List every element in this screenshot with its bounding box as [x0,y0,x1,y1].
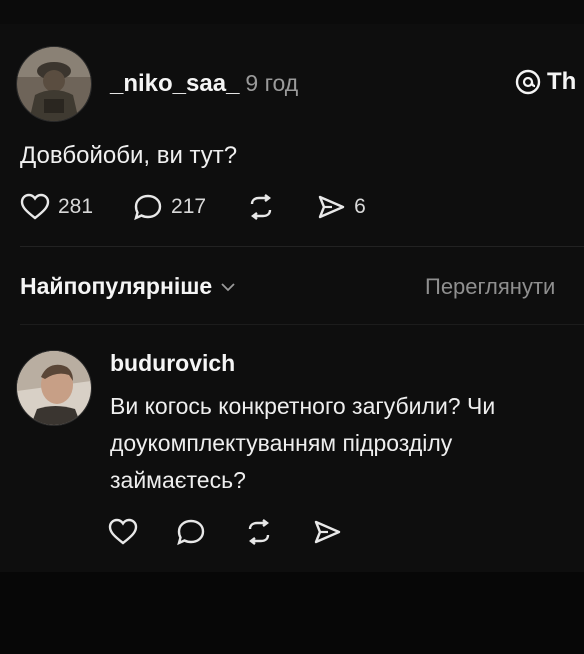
comment-actions [108,518,380,546]
share-count: 6 [354,195,366,218]
post-author-username[interactable]: _niko_saa_ 9 год [110,70,298,98]
sort-label: Найпопулярніше [20,273,213,299]
repost-icon [248,519,270,545]
comment-icon [134,194,162,221]
repost-button[interactable] [246,193,276,221]
like-button[interactable] [108,518,138,546]
repost-icon [250,194,272,220]
send-icon [314,520,341,544]
share-button[interactable] [312,518,342,546]
post-text: Довбойоби, ви тут? [20,142,238,169]
comment-text: Ви когось конкретного загубили? Чи доуко… [110,393,496,493]
username-text[interactable]: _niko_saa_ [110,70,239,97]
repost-button[interactable] [244,518,274,546]
comment-icon [177,519,205,546]
post-time: 9 год [245,70,299,96]
divider [20,324,584,325]
avatar[interactable] [16,46,92,122]
like-count: 281 [58,195,94,218]
reply-button[interactable]: 217 [133,193,206,221]
divider [20,246,584,247]
threads-label: Th [547,68,577,95]
share-button[interactable]: 6 [316,193,366,221]
threads-link[interactable]: Th [515,68,576,96]
send-icon [318,195,345,219]
bottom-area [0,572,584,654]
chevron-down-icon [221,282,235,291]
like-button[interactable]: 281 [20,193,93,221]
heart-icon [20,193,50,220]
sort-dropdown[interactable]: Найпопулярніше [20,273,236,300]
avatar[interactable] [16,350,92,426]
threads-logo-icon [515,69,541,95]
reply-count: 217 [171,195,207,218]
comment-author-username[interactable]: budurovich [110,350,235,377]
view-activity-link[interactable]: Переглянути [425,274,555,300]
heart-icon [108,518,138,545]
top-bar [0,0,584,24]
post-actions: 281 217 6 [20,193,406,221]
reply-button[interactable] [176,518,206,546]
